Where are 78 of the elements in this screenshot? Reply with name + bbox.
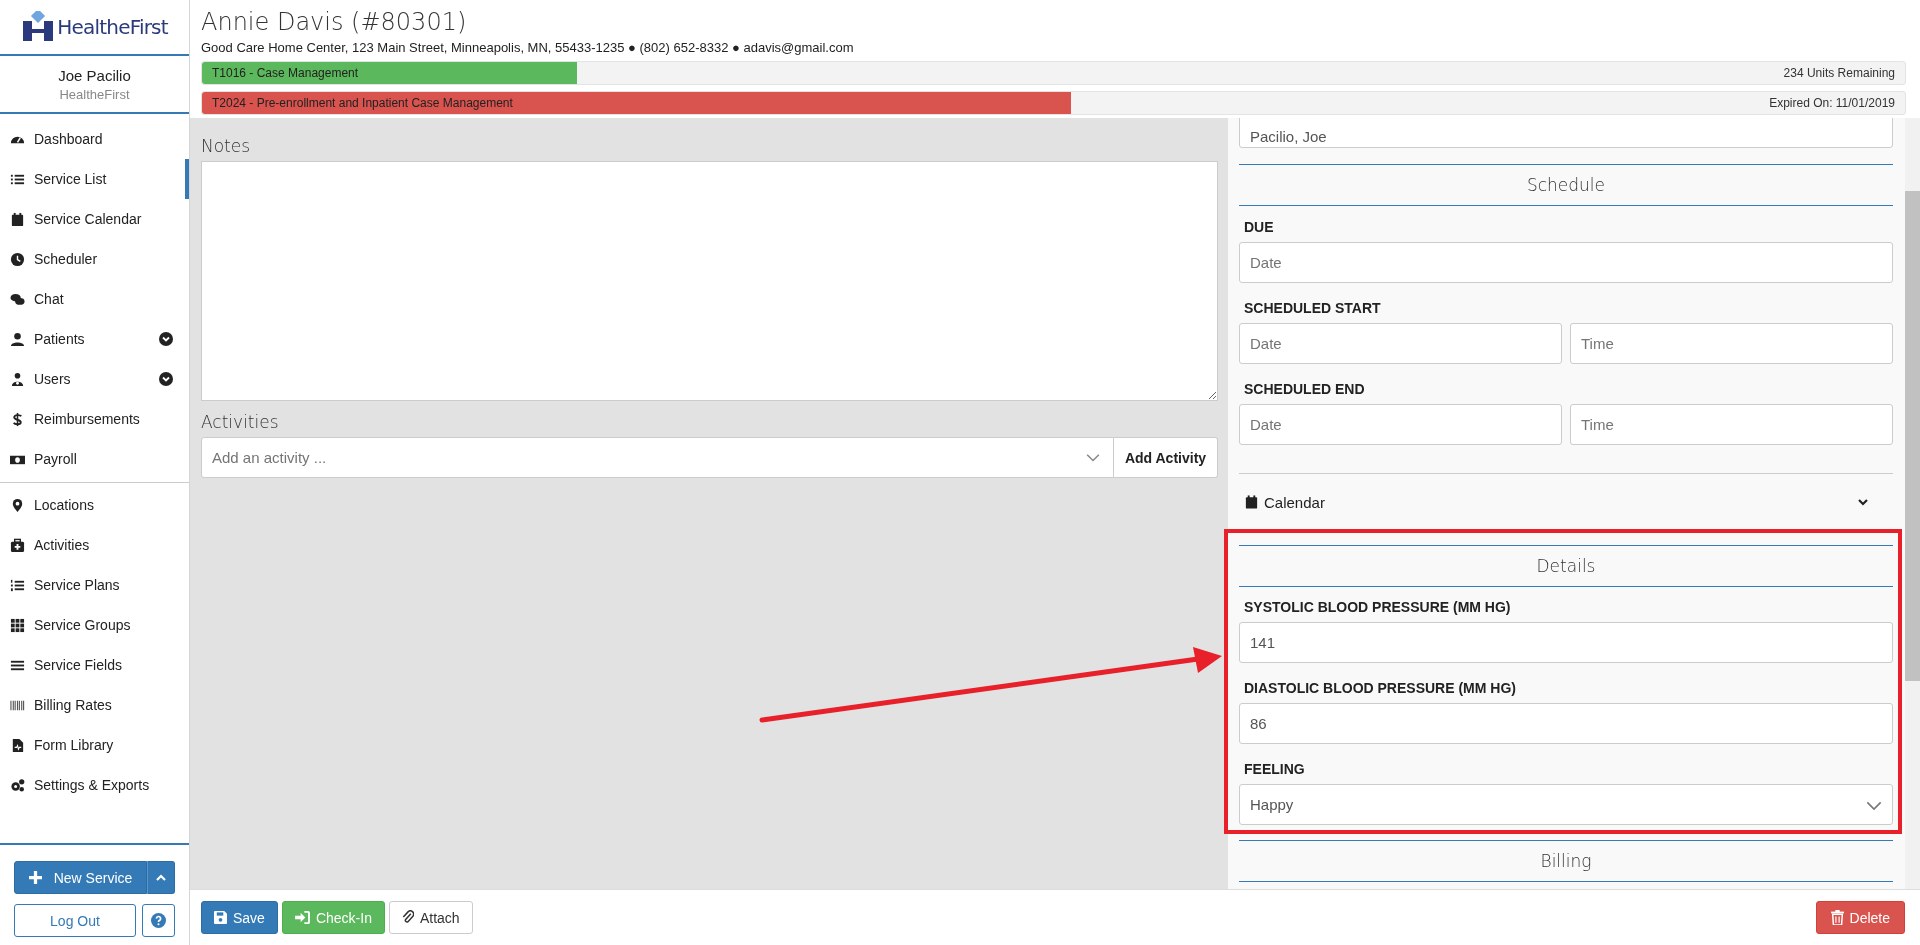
assignee-select[interactable]: Pacilio, Joe (1239, 118, 1893, 148)
grid-icon (10, 617, 25, 633)
sidebar-item[interactable]: Chat (0, 279, 189, 319)
paperclip-icon (401, 910, 414, 925)
field-label: SYSTOLIC BLOOD PRESSURE (MM HG) (1243, 599, 1512, 615)
input-field[interactable]: Time (1570, 323, 1893, 364)
field-label: SCHEDULED END (1243, 381, 1366, 397)
person-icon (10, 331, 25, 347)
logo-text: HealtheFirst (57, 15, 168, 39)
calendar-icon (10, 211, 25, 227)
sidebar-item[interactable]: Reimbursements (0, 399, 189, 439)
input-field[interactable]: Date (1239, 323, 1562, 364)
field-label: DUE (1243, 219, 1275, 235)
input-field[interactable]: Date (1239, 404, 1562, 445)
map-pin-icon (10, 497, 25, 513)
sidebar-item[interactable]: Service Fields (0, 645, 189, 685)
section-label: Notes (201, 136, 252, 156)
field-label: SCHEDULED START (1243, 300, 1382, 316)
sidebar-item[interactable]: Users (0, 359, 189, 399)
user-name: Joe Pacilio (58, 66, 131, 84)
gears-icon (10, 777, 25, 793)
sidebar-item[interactable]: Service Groups (0, 605, 189, 645)
file-icon (10, 737, 25, 753)
attach-button[interactable]: Attach (388, 901, 473, 934)
sidebar-item[interactable]: Billing Rates (0, 685, 189, 725)
clock-icon (10, 251, 25, 267)
plus-icon (28, 871, 42, 884)
dollar-icon (10, 411, 25, 427)
scrollbar[interactable] (1905, 118, 1920, 889)
sidebar-item[interactable]: Service Calendar (0, 199, 189, 239)
chat-icon (10, 291, 25, 307)
sidebar-item[interactable]: Settings & Exports (0, 765, 189, 805)
sidebar-item[interactable]: Locations (0, 485, 189, 525)
trash-icon (1830, 910, 1844, 925)
user-icon (10, 371, 25, 387)
sidebar-item[interactable]: Activities (0, 525, 189, 565)
input-field[interactable]: Time (1570, 404, 1893, 445)
section-title: Details (1239, 545, 1893, 587)
input-field[interactable]: 86 (1239, 703, 1893, 744)
section-title: Schedule (1239, 164, 1893, 206)
patient-name: Annie Davis (#80301) (201, 8, 468, 36)
new-service-button[interactable]: New Service (14, 861, 147, 894)
medkit-icon (10, 537, 25, 553)
help-button[interactable] (142, 904, 175, 937)
authorization-note: Expired On: 11/01/2019 (1769, 96, 1895, 110)
numbered-list-icon (10, 577, 25, 593)
expand-button[interactable] (147, 861, 175, 894)
chevron-down-icon (1857, 496, 1869, 508)
log-out-button[interactable]: Log Out (14, 904, 136, 937)
help-icon (151, 913, 166, 928)
sidebar-item[interactable]: Patients (0, 319, 189, 359)
sidebar-item[interactable]: Payroll (0, 439, 189, 479)
section-label: Activities (201, 412, 280, 432)
user-org: HealtheFirst (59, 86, 130, 102)
patient-details: Good Care Home Center, 123 Main Street, Minneapolis, MN, 55433-1235 ● (802) 652-8332 ● adavis@gmail.com (201, 40, 855, 55)
sidebar-item[interactable]: Service Plans (0, 565, 189, 605)
save-button[interactable]: Save (201, 901, 278, 934)
authorization-fill: T2024 - Pre-enrollment and Inpatient Case Management (202, 92, 1071, 114)
activity-select[interactable]: Add an activity ... (201, 437, 1114, 478)
sidebar-item[interactable]: Scheduler (0, 239, 189, 279)
select-field[interactable]: Happy (1239, 784, 1893, 825)
sidebar-item[interactable]: Service List (0, 159, 189, 199)
input-field[interactable]: 141 (1239, 622, 1893, 663)
sign-in-icon (294, 911, 310, 924)
field-label: DIASTOLIC BLOOD PRESSURE (MM HG) (1243, 680, 1517, 696)
field-label: FEELING (1243, 761, 1306, 777)
section-title: Billing (1239, 840, 1893, 882)
calendar-toggle[interactable]: Calendar (1239, 473, 1893, 531)
authorization-fill: T1016 - Case Management (202, 62, 577, 84)
input-field[interactable]: Date (1239, 242, 1893, 283)
sidebar-item[interactable]: Dashboard (0, 119, 189, 159)
authorization-note: 234 Units Remaining (1783, 66, 1895, 80)
logo-icon (21, 11, 56, 43)
calendar-icon (1244, 494, 1259, 510)
notes-field[interactable] (201, 161, 1218, 401)
delete-button[interactable]: Delete (1815, 901, 1905, 934)
sidebar-item[interactable]: Form Library (0, 725, 189, 765)
add-activity-button[interactable]: Add Activity (1114, 437, 1218, 478)
